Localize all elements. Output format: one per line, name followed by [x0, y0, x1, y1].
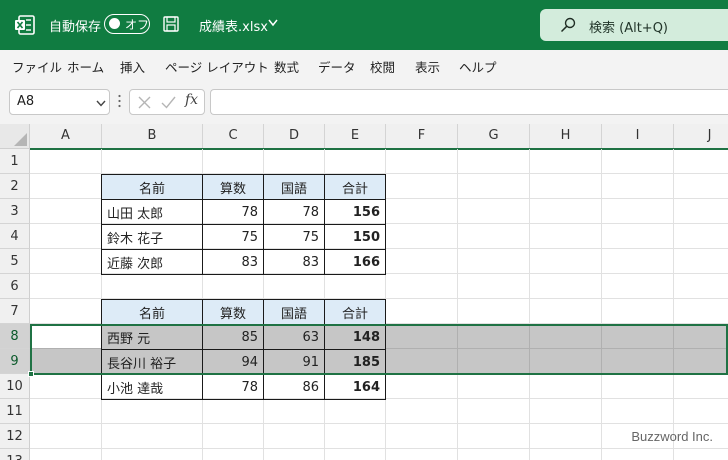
search-placeholder: 検索 (Alt+Q) [589, 21, 669, 36]
table2-cell-math[interactable]: 85 [202, 324, 264, 350]
menu-view[interactable]: 表示 [415, 57, 440, 76]
spreadsheet-grid: A B C D E F G H I J 1 2 3 4 5 6 7 8 9 10… [0, 124, 728, 460]
file-name[interactable]: 成績表.xlsx [199, 16, 268, 35]
select-all-button[interactable] [0, 124, 30, 149]
menu-help[interactable]: ヘルプ [459, 57, 497, 76]
table1-header-total[interactable]: 合計 [324, 174, 386, 200]
column-header-h[interactable]: H [530, 124, 602, 149]
table2-cell-name[interactable]: 小池 達哉 [101, 374, 203, 400]
table1-cell-total[interactable]: 166 [324, 249, 386, 275]
table1-cell-math[interactable]: 78 [202, 199, 264, 225]
table1-header-name[interactable]: 名前 [101, 174, 203, 200]
table2-cell-math[interactable]: 78 [202, 374, 264, 400]
row-header-11[interactable]: 11 [0, 399, 30, 424]
row-header-10[interactable]: 10 [0, 374, 30, 399]
save-icon[interactable] [163, 16, 179, 32]
column-header-j[interactable]: J [674, 124, 728, 149]
insert-function-button[interactable]: fx [185, 92, 198, 108]
search-box[interactable]: 検索 (Alt+Q) [540, 9, 728, 41]
name-box-value: A8 [17, 94, 35, 109]
chevron-down-icon[interactable] [96, 100, 106, 107]
menu-insert[interactable]: 挿入 [120, 57, 145, 76]
table2-cell-total[interactable]: 148 [324, 324, 386, 350]
menu-data[interactable]: データ [318, 57, 356, 76]
title-bar: 自動保存 オフ 成績表.xlsx 検索 (Alt+Q) [0, 0, 728, 50]
menu-home[interactable]: ホーム [67, 57, 104, 76]
fill-handle[interactable] [28, 371, 34, 377]
row-header-13[interactable]: 13 [0, 449, 30, 460]
table2-cell-japanese[interactable]: 91 [263, 349, 325, 375]
column-header-c[interactable]: C [203, 124, 264, 149]
chevron-down-icon[interactable] [268, 19, 278, 27]
row-header-6[interactable]: 6 [0, 274, 30, 299]
column-header-i[interactable]: I [602, 124, 674, 149]
formula-actions: fx [129, 89, 205, 115]
table2-header-total[interactable]: 合計 [324, 299, 386, 325]
table1-cell-math[interactable]: 75 [202, 224, 264, 250]
column-header-g[interactable]: G [458, 124, 530, 149]
column-header-f[interactable]: F [386, 124, 458, 149]
table1-cell-math[interactable]: 83 [202, 249, 264, 275]
table1-cell-japanese[interactable]: 83 [263, 249, 325, 275]
row-header-12[interactable]: 12 [0, 424, 30, 449]
column-header-d[interactable]: D [264, 124, 325, 149]
table1-cell-name[interactable]: 山田 太郎 [101, 199, 203, 225]
formula-bar: A8 fx [0, 80, 728, 124]
table1-cell-name[interactable]: 鈴木 花子 [101, 224, 203, 250]
table2-cell-total[interactable]: 185 [324, 349, 386, 375]
table2-cell-math[interactable]: 94 [202, 349, 264, 375]
table2-cell-total[interactable]: 164 [324, 374, 386, 400]
menu-file[interactable]: ファイル [12, 57, 62, 76]
column-header-e[interactable]: E [325, 124, 386, 149]
table1-header-japanese[interactable]: 国語 [263, 174, 325, 200]
toggle-knob [109, 18, 120, 29]
row-header-7[interactable]: 7 [0, 299, 30, 324]
row-header-5[interactable]: 5 [0, 249, 30, 274]
row-header-3[interactable]: 3 [0, 199, 30, 224]
autosave-label: 自動保存 [49, 20, 102, 35]
table1-header-math[interactable]: 算数 [202, 174, 264, 200]
table2-cell-japanese[interactable]: 86 [263, 374, 325, 400]
toggle-state-label: オフ [125, 18, 150, 32]
table1-cell-japanese[interactable]: 78 [263, 199, 325, 225]
excel-logo-icon[interactable] [14, 14, 36, 36]
ribbon-menu-bar: ファイル ホーム 挿入 ページ レイアウト 数式 データ 校閲 表示 ヘルプ [0, 50, 728, 80]
table2-cell-japanese[interactable]: 63 [263, 324, 325, 350]
menu-page-layout[interactable]: ページ レイアウト [165, 57, 269, 76]
column-header-a[interactable]: A [30, 124, 102, 149]
table2-cell-name[interactable]: 長谷川 裕子 [101, 349, 203, 375]
menu-formulas[interactable]: 数式 [274, 57, 299, 76]
table1-cell-name[interactable]: 近藤 次郎 [101, 249, 203, 275]
search-icon [560, 17, 576, 33]
table2-header-name[interactable]: 名前 [101, 299, 203, 325]
check-icon[interactable] [161, 96, 176, 109]
row-header-8[interactable]: 8 [0, 324, 30, 349]
row-header-1[interactable]: 1 [0, 149, 30, 174]
menu-review[interactable]: 校閲 [370, 57, 395, 76]
more-vertical-icon[interactable] [118, 94, 121, 108]
table2-header-math[interactable]: 算数 [202, 299, 264, 325]
name-box[interactable]: A8 [9, 89, 110, 115]
autosave-toggle[interactable]: オフ [104, 14, 150, 34]
row-header-2[interactable]: 2 [0, 174, 30, 199]
formula-input[interactable] [210, 89, 728, 115]
table1-cell-total[interactable]: 156 [324, 199, 386, 225]
column-header-b[interactable]: B [102, 124, 203, 149]
row-header-9[interactable]: 9 [0, 349, 30, 374]
table1-cell-total[interactable]: 150 [324, 224, 386, 250]
watermark: Buzzword Inc. [631, 429, 713, 444]
table1-cell-japanese[interactable]: 75 [263, 224, 325, 250]
row-header-4[interactable]: 4 [0, 224, 30, 249]
table2-cell-name[interactable]: 西野 元 [101, 324, 203, 350]
select-all-triangle-icon [14, 133, 27, 146]
table2-header-japanese[interactable]: 国語 [263, 299, 325, 325]
cancel-icon[interactable] [138, 96, 151, 109]
